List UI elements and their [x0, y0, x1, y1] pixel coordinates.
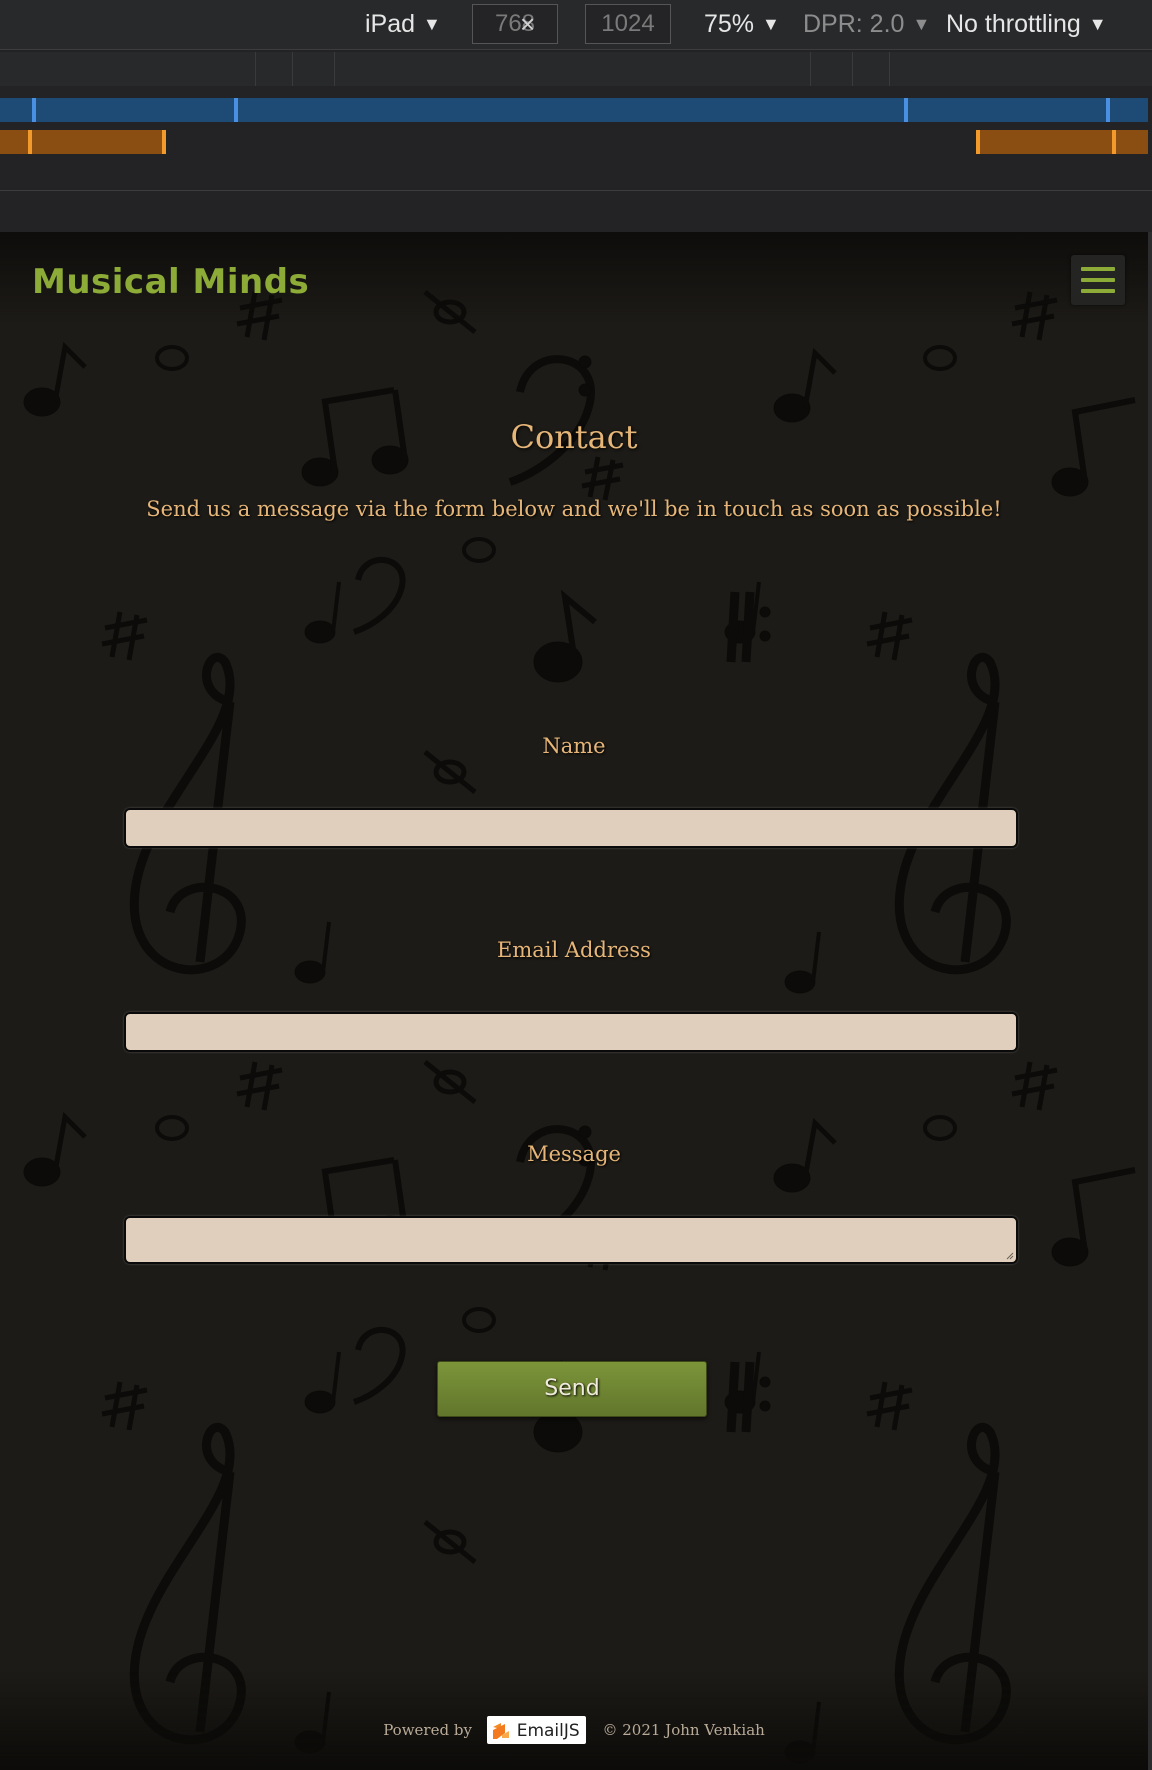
message-field[interactable]	[124, 1216, 1018, 1264]
chevron-down-icon: ▼	[1088, 14, 1107, 34]
query-marker[interactable]	[234, 98, 238, 122]
times-icon: ×	[520, 9, 536, 39]
copyright-text: © 2021 John Venkiah	[602, 1721, 765, 1739]
bass-clef-icon	[352, 355, 595, 635]
query-marker[interactable]	[1106, 98, 1110, 122]
site-footer: Powered by EmailJS © 2021 John Venkiah	[0, 1716, 1148, 1746]
email-field[interactable]	[124, 1012, 1018, 1052]
dpr-select[interactable]: DPR: 2.0 ▼	[803, 9, 930, 39]
width-input[interactable]: 768	[472, 4, 558, 44]
max-width-query-bar[interactable]	[0, 98, 1148, 122]
ruler-segment[interactable]	[810, 52, 851, 86]
page-intro: Send us a message via the form below and…	[146, 497, 1002, 521]
query-marker[interactable]	[904, 98, 908, 122]
site-viewport: Musical Minds Contact Send us a message …	[0, 232, 1148, 1770]
height-input[interactable]: 1024	[585, 4, 671, 44]
devtools-responsive-bar: iPad ▼ 768 × 1024 75% ▼ DPR: 2.0 ▼ No throt…	[0, 0, 1152, 232]
ruler-segment[interactable]	[889, 52, 891, 86]
hamburger-menu-button[interactable]	[1071, 255, 1125, 305]
emailjs-label: EmailJS	[516, 1721, 580, 1741]
resize-handle-icon[interactable]	[1004, 1250, 1014, 1260]
ruler-segment[interactable]	[292, 52, 333, 86]
name-field[interactable]	[124, 808, 1018, 848]
throttling-value: No throttling	[946, 10, 1081, 38]
device-select[interactable]: iPad ▼	[365, 9, 441, 39]
chevron-down-icon: ▼	[762, 14, 780, 34]
dpr-value: DPR: 2.0	[803, 10, 905, 38]
music-note-pattern	[23, 290, 1136, 994]
query-marker[interactable]	[976, 130, 980, 154]
query-marker[interactable]	[1112, 130, 1116, 154]
repeat-sign-icon	[726, 591, 771, 663]
chevron-down-icon: ▼	[423, 14, 441, 34]
ruler-segment[interactable]	[334, 52, 810, 86]
sharp-icon	[101, 291, 1058, 661]
divider	[0, 190, 1152, 191]
viewport-edge	[1148, 232, 1152, 1770]
powered-by-text: Powered by	[383, 1721, 472, 1739]
throttling-select[interactable]: No throttling ▼	[946, 9, 1107, 39]
media-query-ruler	[0, 52, 1152, 86]
query-marker[interactable]	[28, 130, 32, 154]
music-notes-background	[0, 290, 1148, 1770]
device-toolbar: iPad ▼ 768 × 1024 75% ▼ DPR: 2.0 ▼ No throt…	[0, 0, 1152, 50]
name-label: Name	[542, 734, 606, 758]
min-max-query-bar[interactable]	[976, 130, 1148, 154]
page-title: Contact	[510, 418, 638, 456]
message-label: Message	[527, 1142, 621, 1166]
send-button[interactable]: Send	[437, 1361, 707, 1417]
min-max-query-bar[interactable]	[0, 130, 166, 154]
zoom-select[interactable]: 75% ▼	[704, 9, 780, 39]
emailjs-link[interactable]: EmailJS	[486, 1716, 586, 1744]
device-name: iPad	[365, 10, 416, 38]
site-logo[interactable]: Musical Minds	[32, 262, 309, 302]
query-marker[interactable]	[32, 98, 36, 122]
query-marker[interactable]	[162, 130, 166, 154]
chevron-down-icon: ▼	[912, 14, 931, 34]
ruler-segment[interactable]	[852, 52, 889, 86]
ruler-segment[interactable]	[255, 52, 292, 86]
zoom-value: 75%	[704, 10, 755, 38]
emailjs-logo-icon	[492, 1723, 509, 1739]
email-label: Email Address	[497, 938, 651, 962]
